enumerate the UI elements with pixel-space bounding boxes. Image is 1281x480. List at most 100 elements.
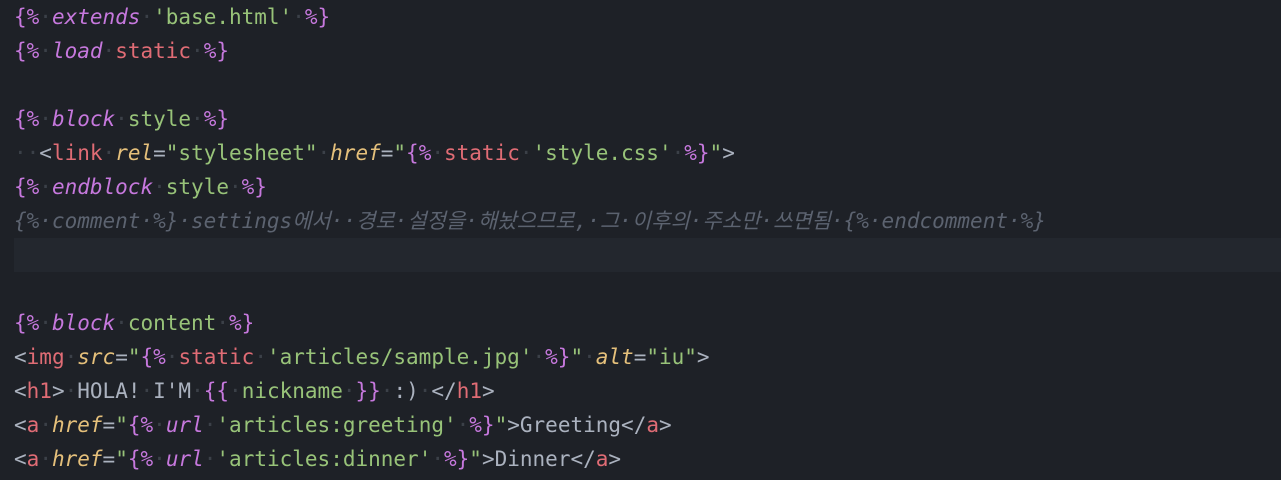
code-token: · xyxy=(64,379,78,403)
code-token: " xyxy=(127,345,141,369)
code-line-14[interactable]: <a·href="{%·url·'articles:dinner'·%}">Di… xyxy=(14,442,621,476)
code-token: · xyxy=(532,345,546,369)
code-token: {% xyxy=(406,141,432,165)
code-token: · xyxy=(102,141,116,165)
code-token: {%·comment·%}·settings에서··경로·설정을·해놨으므로,·… xyxy=(14,209,1046,233)
code-line-10[interactable]: {%·block·content·%} xyxy=(14,306,254,340)
code-token: "iu" xyxy=(646,345,697,369)
code-token: href xyxy=(51,413,103,437)
code-token: · xyxy=(39,107,52,131)
code-token: · xyxy=(165,345,179,369)
code-token: {% xyxy=(140,345,166,369)
code-token: </ xyxy=(621,413,647,437)
code-token: = xyxy=(153,141,166,165)
code-token: extends xyxy=(51,5,141,29)
code-line-4[interactable]: {%·block·style·%} xyxy=(14,102,229,136)
code-token: {% xyxy=(14,39,40,63)
code-token: a xyxy=(646,413,659,437)
code-token: · xyxy=(191,379,204,403)
code-token: · xyxy=(191,107,204,131)
code-token: ·· xyxy=(14,141,40,165)
code-token: Dinner xyxy=(494,447,571,471)
code-token: HOLA! xyxy=(77,379,141,403)
code-token: h1 xyxy=(26,379,52,403)
code-token: a xyxy=(26,447,40,471)
code-token: {{ xyxy=(203,379,230,403)
code-token: }} xyxy=(355,379,381,403)
code-token: url xyxy=(165,413,204,437)
code-token: </ xyxy=(431,379,457,403)
code-token: style xyxy=(127,107,192,131)
code-token: %} xyxy=(241,175,267,199)
code-token: %} xyxy=(469,413,495,437)
code-line-11[interactable]: <img·src="{%·static·'articles/sample.jpg… xyxy=(14,340,710,374)
code-token: · xyxy=(380,379,394,403)
code-token: %} xyxy=(444,447,470,471)
code-token: {% xyxy=(14,107,40,131)
code-token: > xyxy=(51,379,65,403)
code-token: · xyxy=(254,345,267,369)
code-token: " xyxy=(570,345,584,369)
code-token: 'style.css' xyxy=(532,141,672,165)
code-token: %} xyxy=(229,311,255,335)
code-token: static xyxy=(178,345,255,369)
code-token: · xyxy=(292,5,305,29)
code-line-13[interactable]: <a·href="{%·url·'articles:greeting'·%}">… xyxy=(14,408,672,442)
code-token: · xyxy=(140,5,154,29)
code-token: < xyxy=(14,447,27,471)
code-token: h1 xyxy=(456,379,482,403)
code-line-6[interactable]: {%·endblock·style·%} xyxy=(14,170,267,204)
code-token: block xyxy=(51,311,116,335)
code-token: > xyxy=(481,447,495,471)
code-token: src xyxy=(77,345,116,369)
code-token: href xyxy=(51,447,103,471)
code-token: 'articles/sample.jpg' xyxy=(266,345,533,369)
code-token: · xyxy=(39,175,52,199)
code-token: link xyxy=(51,141,103,165)
code-token: href xyxy=(330,141,381,165)
code-token: = xyxy=(102,447,116,471)
code-token: {% xyxy=(14,175,40,199)
code-token: = xyxy=(102,413,116,437)
code-editor[interactable]: {%·extends·'base.html'·%} {%·load·static… xyxy=(0,0,1281,480)
code-token: static xyxy=(444,141,520,165)
code-token: :) xyxy=(393,379,419,403)
code-token: </ xyxy=(570,447,596,471)
code-line-5[interactable]: ··<link·rel="stylesheet"·href="{%·static… xyxy=(14,136,735,170)
code-token: · xyxy=(115,107,128,131)
code-line-12[interactable]: <h1>·HOLA!·I'M·{{·nickname·}}·:)·</h1> xyxy=(14,374,495,408)
code-token: alt xyxy=(595,345,634,369)
code-token: · xyxy=(102,39,116,63)
code-token: %} xyxy=(304,5,331,29)
code-token: · xyxy=(39,447,52,471)
code-token: {% xyxy=(127,447,154,471)
code-token: · xyxy=(153,175,166,199)
code-token: block xyxy=(51,107,116,131)
code-token: nickname xyxy=(241,379,343,403)
code-token: · xyxy=(39,39,52,63)
code-token: url xyxy=(165,447,204,471)
code-token: · xyxy=(64,345,78,369)
code-line-7[interactable]: {%·comment·%}·settings에서··경로·설정을·해놨으므로,·… xyxy=(14,204,1046,238)
code-token: < xyxy=(14,413,27,437)
code-token: · xyxy=(153,413,166,437)
code-line-1[interactable]: {%·extends·'base.html'·%} xyxy=(14,0,330,34)
code-token: a xyxy=(595,447,609,471)
code-token: · xyxy=(456,413,470,437)
code-token: · xyxy=(317,141,331,165)
code-token: · xyxy=(431,447,444,471)
code-token: " xyxy=(115,447,128,471)
code-token: 'articles:greeting' xyxy=(216,413,457,437)
code-token: > xyxy=(482,379,495,403)
code-token: · xyxy=(191,39,204,63)
code-token: "stylesheet" xyxy=(165,141,318,165)
code-token: {% xyxy=(127,413,154,437)
code-token: > xyxy=(507,413,520,437)
code-token: static xyxy=(115,39,192,63)
code-token: 'articles:dinner' xyxy=(216,447,432,471)
code-token: · xyxy=(229,379,242,403)
code-line-2[interactable]: {%·load·static·%} xyxy=(14,34,229,68)
code-token: > xyxy=(608,447,622,471)
code-token: · xyxy=(671,141,685,165)
code-token: load xyxy=(51,39,103,63)
